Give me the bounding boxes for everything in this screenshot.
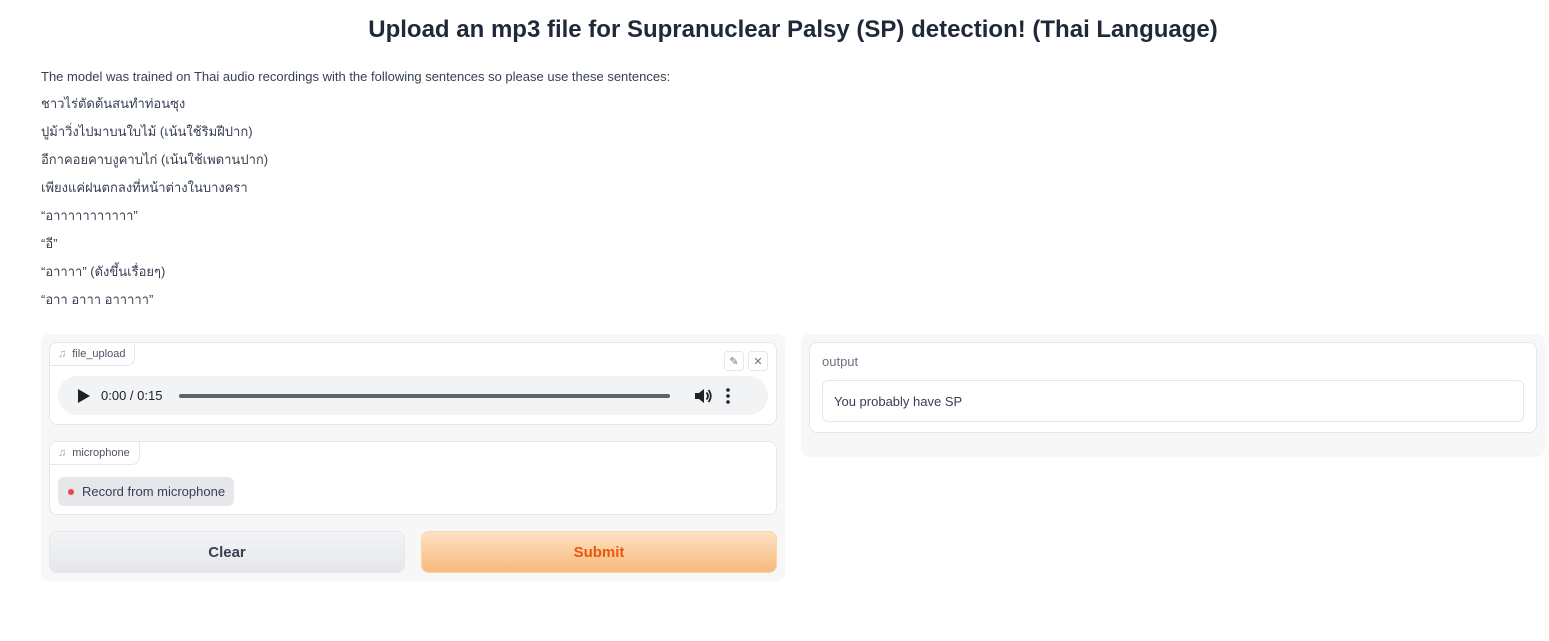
record-button[interactable]: Record from microphone: [58, 477, 235, 506]
sentence-item: “อาาาา” (ดังขึ้นเรื่อยๆ): [41, 264, 166, 279]
close-icon: ✕: [753, 355, 763, 368]
audio-time: 0:00 / 0:15: [101, 388, 163, 403]
sentence-item: “อี”: [41, 236, 58, 251]
submit-button[interactable]: Submit: [421, 531, 777, 573]
volume-icon[interactable]: [694, 387, 713, 405]
output-block: output You probably have SP: [809, 342, 1537, 433]
microphone-label-text: microphone: [72, 447, 130, 459]
microphone-label: ♫ microphone: [49, 441, 140, 465]
play-icon[interactable]: [78, 388, 90, 403]
audio-progress-bar[interactable]: [179, 393, 671, 398]
clear-button[interactable]: Clear: [49, 531, 405, 573]
music-note-icon: ♫: [58, 447, 67, 459]
edit-button[interactable]: ✎: [724, 351, 744, 371]
file-upload-label: ♫ file_upload: [49, 342, 136, 366]
output-label: output: [822, 354, 859, 369]
pencil-icon: ✎: [729, 355, 739, 368]
sentence-item: ปูม้าวิ่งไปมาบนใบไม้ (เน้นใช้ริมฝีปาก): [41, 124, 253, 139]
sentence-item: อีกาคอยคาบงูคาบไก่ (เน้นใช้เพดานปาก): [41, 152, 269, 167]
file-upload-label-text: file_upload: [72, 348, 126, 360]
description: The model was trained on Thai audio reco…: [41, 68, 670, 319]
sentence-item: “อาาาาาาาาาาา”: [41, 208, 138, 223]
description-intro: The model was trained on Thai audio reco…: [41, 69, 671, 84]
output-textbox[interactable]: You probably have SP: [822, 380, 1524, 422]
page-title: Upload an mp3 file for Supranuclear Pals…: [368, 16, 1218, 43]
clear-audio-button[interactable]: ✕: [748, 351, 768, 371]
record-dot-icon: [68, 488, 74, 495]
sentence-item: เพียงแค่ฝนตกลงที่หน้าต่างในบางครา: [41, 180, 248, 195]
output-panel: output You probably have SP: [801, 334, 1545, 457]
audio-player: 0:00 / 0:15: [58, 376, 768, 415]
record-button-label: Record from microphone: [82, 484, 226, 499]
input-panel: ♫ file_upload ✎ ✕ 0:00 / 0:15 ♫ micropho…: [41, 334, 785, 581]
file-upload-block: ♫ file_upload ✎ ✕ 0:00 / 0:15: [49, 342, 777, 425]
music-note-icon: ♫: [58, 348, 67, 360]
sentence-item: “อาา อาาา อาาาาา”: [41, 292, 154, 307]
sentence-item: ชาวไร่ตัดต้นสนทำท่อนซุง: [41, 96, 186, 111]
microphone-block: ♫ microphone Record from microphone: [49, 441, 777, 515]
more-options-icon[interactable]: [725, 387, 731, 404]
